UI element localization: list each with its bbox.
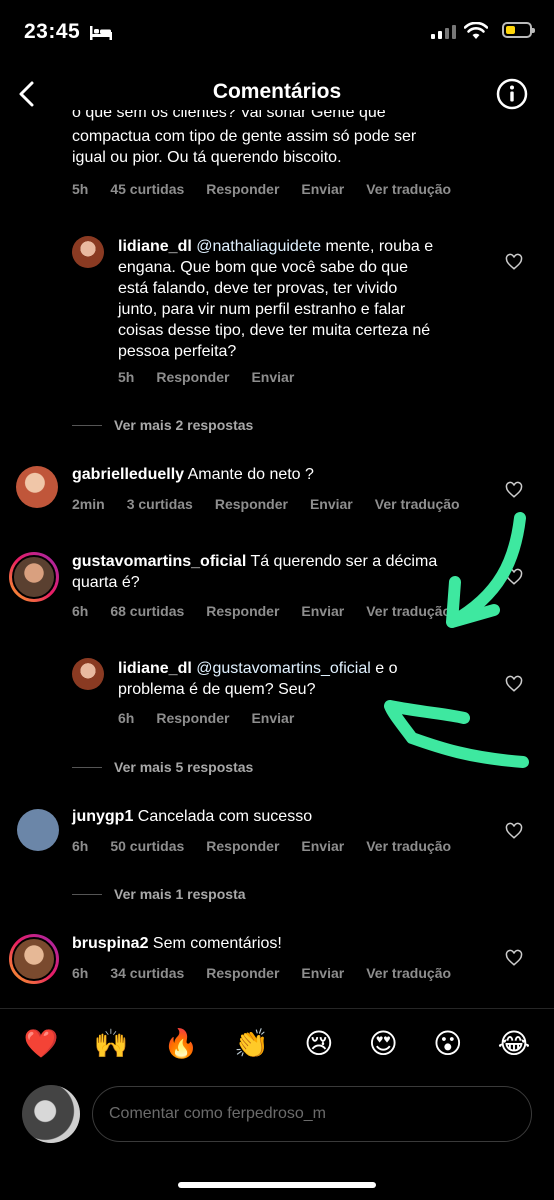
page-title: Comentários <box>212 80 342 103</box>
emoji-quick-bar: ❤️ 🙌 🔥 👏 😢 😍 😮 😂 <box>0 1008 554 1078</box>
username[interactable]: gabrielleduelly <box>72 466 184 483</box>
likes-count[interactable]: 45 curtidas <box>110 181 184 197</box>
reply-button[interactable]: Responder <box>206 838 279 854</box>
reply-text: lidiane_dl @nathaliaguidete mente, rouba… <box>118 238 434 360</box>
comment-text: gabrielleduelly Amante do neto ? <box>72 466 314 483</box>
comment-time: 6h <box>72 965 89 981</box>
comment-meta: 6h 50 curtidas Responder Enviar Ver trad… <box>72 838 451 854</box>
avatar <box>12 937 56 981</box>
divider-line <box>72 425 102 426</box>
sleep-mode-icon <box>90 26 112 40</box>
avatar[interactable] <box>72 236 104 268</box>
story-ring[interactable] <box>9 934 59 984</box>
heart-icon[interactable] <box>505 481 523 499</box>
reply-meta: 5h Responder Enviar <box>118 369 294 385</box>
comment-time: 6h <box>72 838 89 854</box>
divider-line <box>72 894 102 895</box>
wifi-icon <box>464 22 488 39</box>
view-more-replies[interactable]: Ver mais 2 respostas <box>114 417 253 433</box>
reply-button[interactable]: Responder <box>156 369 229 385</box>
annotation-arrow-left <box>384 700 529 768</box>
info-icon[interactable] <box>496 78 528 110</box>
comment-text: compactua com tipo de gente assim só pod… <box>72 128 417 166</box>
username[interactable]: bruspina2 <box>72 935 148 952</box>
comment-text: bruspina2 Sem comentários! <box>72 935 282 952</box>
heart-icon[interactable] <box>505 949 523 967</box>
status-time: 23:45 <box>24 20 81 43</box>
username[interactable]: junygp1 <box>72 808 133 825</box>
emoji-laughing[interactable]: 😂 <box>498 1029 531 1058</box>
send-button[interactable]: Enviar <box>301 838 344 854</box>
username[interactable]: lidiane_dl <box>118 238 192 255</box>
annotation-arrow-down <box>446 512 526 628</box>
send-button[interactable]: Enviar <box>301 965 344 981</box>
comment-meta: 6h 34 curtidas Responder Enviar Ver trad… <box>72 965 451 981</box>
comment-text: junygp1 Cancelada com sucesso <box>72 808 313 825</box>
cellular-signal-icon <box>431 25 456 39</box>
comment-meta: 5h 45 curtidas Responder Enviar Ver trad… <box>72 181 451 197</box>
comment-time: 5h <box>72 181 89 197</box>
emoji-crying[interactable]: 😢 <box>304 1029 333 1058</box>
emoji-heart-eyes[interactable]: 😍 <box>369 1029 398 1058</box>
reply-button[interactable]: Responder <box>206 181 279 197</box>
likes-count[interactable]: 50 curtidas <box>110 838 184 854</box>
avatar[interactable] <box>17 809 59 851</box>
annotation-arrows <box>384 512 529 768</box>
translate-button[interactable]: Ver tradução <box>366 965 451 981</box>
send-button[interactable]: Enviar <box>301 181 344 197</box>
view-more-replies[interactable]: Ver mais 1 resposta <box>114 886 246 902</box>
emoji-fire[interactable]: 🔥 <box>164 1029 199 1058</box>
reply-time: 5h <box>118 369 135 385</box>
heart-icon[interactable] <box>505 253 523 271</box>
battery-icon <box>502 22 535 38</box>
translate-button[interactable]: Ver tradução <box>366 181 451 197</box>
emoji-heart[interactable]: ❤️ <box>24 1029 59 1058</box>
reply-button[interactable]: Responder <box>206 965 279 981</box>
comment-input[interactable] <box>92 1086 532 1142</box>
comment-text-cut: o que sem os clientes? Vai sonar Gente q… <box>72 110 386 121</box>
emoji-raising-hands[interactable]: 🙌 <box>94 1029 129 1058</box>
heart-icon[interactable] <box>505 822 523 840</box>
send-button[interactable]: Enviar <box>251 369 294 385</box>
emoji-surprised[interactable]: 😮 <box>433 1029 462 1058</box>
likes-count[interactable]: 34 curtidas <box>110 965 184 981</box>
translate-button[interactable]: Ver tradução <box>366 838 451 854</box>
mention-link[interactable]: @nathaliaguidete <box>196 238 321 255</box>
emoji-clapping[interactable]: 👏 <box>234 1029 269 1058</box>
home-indicator <box>178 1182 376 1188</box>
current-user-avatar <box>22 1085 80 1143</box>
